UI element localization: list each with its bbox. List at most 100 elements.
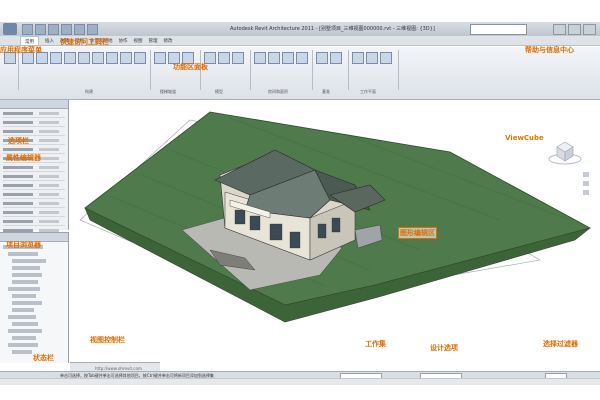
tree-node[interactable] — [8, 315, 36, 319]
maximize-button[interactable] — [568, 24, 581, 35]
property-row[interactable] — [3, 120, 65, 127]
zoom-icon[interactable] — [583, 181, 589, 186]
tree-node[interactable] — [12, 273, 42, 277]
level-tool[interactable] — [316, 52, 328, 66]
tree-node[interactable] — [8, 252, 38, 256]
ceiling-icon — [106, 52, 118, 64]
tag-room-tool[interactable] — [282, 52, 294, 66]
tree-node[interactable] — [12, 322, 38, 326]
panel-label-circulation: 楼梯坡道 — [160, 89, 176, 94]
filter-callout: 选择过滤器 — [543, 340, 578, 348]
tab-view[interactable]: 视图 — [134, 36, 143, 45]
roof-icon — [92, 52, 104, 64]
minimize-button[interactable] — [553, 24, 566, 35]
window-tool[interactable] — [50, 52, 62, 66]
tree-node[interactable] — [8, 287, 40, 291]
workplane-icon — [352, 52, 364, 64]
curtain-tool[interactable] — [134, 52, 146, 66]
railing-tool[interactable] — [154, 52, 166, 66]
property-row[interactable] — [3, 129, 65, 136]
property-row[interactable] — [3, 165, 65, 172]
panel-label-build: 构建 — [85, 89, 93, 94]
tree-node[interactable] — [12, 266, 40, 270]
ribbon: 构建 楼梯坡道 模型 房间和面积 基准 工作平面 — [0, 47, 600, 100]
panel-label-datum: 基准 — [322, 89, 330, 94]
redo-icon[interactable] — [61, 24, 72, 35]
project-browser-callout: 项目浏览器 — [6, 241, 41, 249]
tab-collaborate[interactable]: 协作 — [119, 36, 128, 45]
property-row[interactable] — [3, 183, 65, 190]
ceiling-tool[interactable] — [106, 52, 118, 66]
railing-icon — [154, 52, 166, 64]
room-tool[interactable] — [254, 52, 266, 66]
3d-view-icon[interactable] — [87, 24, 98, 35]
tree-node[interactable] — [12, 301, 42, 305]
ref-plane-tool[interactable] — [380, 52, 392, 66]
floor-tool[interactable] — [120, 52, 132, 66]
save-icon[interactable] — [35, 24, 46, 35]
grid-icon — [330, 52, 342, 64]
navigation-bar — [583, 172, 589, 212]
close-button[interactable] — [583, 24, 596, 35]
undo-icon[interactable] — [48, 24, 59, 35]
separator-icon — [268, 52, 280, 64]
component-icon — [64, 52, 76, 64]
drawing-area-callout: 图形编辑区 — [398, 227, 437, 239]
property-row[interactable] — [3, 219, 65, 226]
options-bar-callout: 选项栏 — [8, 137, 29, 145]
tab-manage[interactable]: 管理 — [149, 36, 158, 45]
footer-strip: http://www.ohrevit.com — [0, 366, 600, 400]
properties-callout: 属性编辑器 — [6, 154, 41, 162]
tree-node[interactable] — [12, 259, 46, 263]
pan-icon[interactable] — [583, 190, 589, 195]
app-menu-callout: 应用程序菜单 — [0, 46, 42, 54]
model-group-tool[interactable] — [232, 52, 244, 66]
grid-tool[interactable] — [330, 52, 342, 66]
roof-tool[interactable] — [92, 52, 104, 66]
property-row[interactable] — [3, 210, 65, 217]
curtain-icon — [134, 52, 146, 64]
open-icon[interactable] — [22, 24, 33, 35]
status-bar-callout: 状态栏 — [33, 354, 54, 362]
tab-home[interactable]: 常用 — [20, 36, 39, 45]
tree-node[interactable] — [8, 329, 42, 333]
tab-modify[interactable]: 修改 — [164, 36, 173, 45]
viewcube[interactable] — [545, 137, 585, 167]
properties-header — [0, 100, 68, 109]
property-row[interactable] — [3, 201, 65, 208]
application-menu-button[interactable] — [3, 23, 17, 35]
property-row[interactable] — [3, 174, 65, 181]
column-tool[interactable] — [78, 52, 90, 66]
panel-separator — [348, 50, 349, 90]
tree-node[interactable] — [12, 294, 36, 298]
measure-icon[interactable] — [74, 24, 85, 35]
tab-insert[interactable]: 插入 — [45, 36, 54, 45]
area-icon — [296, 52, 308, 64]
set-workplane-tool[interactable] — [352, 52, 364, 66]
panel-label-model: 模型 — [215, 89, 223, 94]
steering-wheel-icon[interactable] — [583, 172, 589, 177]
infocenter-search-input[interactable] — [470, 24, 527, 35]
tag-icon — [282, 52, 294, 64]
show-workplane-tool[interactable] — [366, 52, 378, 66]
panel-label-room-area: 房间和面积 — [268, 89, 288, 94]
project-browser — [0, 232, 69, 363]
group-icon — [232, 52, 244, 64]
tree-node[interactable] — [12, 336, 36, 340]
tree-node[interactable] — [12, 280, 38, 284]
property-row[interactable] — [3, 111, 65, 118]
os-taskbar — [0, 378, 600, 385]
panel-separator — [250, 50, 251, 90]
tree-node[interactable] — [12, 350, 32, 354]
design-options-callout: 设计选项 — [430, 344, 458, 352]
model-line-tool[interactable] — [218, 52, 230, 66]
area-tool[interactable] — [296, 52, 308, 66]
source-url: http://www.ohrevit.com — [95, 366, 142, 371]
tree-node[interactable] — [12, 308, 34, 312]
window-title: Autodesk Revit Architecture 2011 - [别墅项目… — [230, 26, 435, 32]
tree-node[interactable] — [8, 343, 38, 347]
component-tool[interactable] — [64, 52, 76, 66]
worksets-callout: 工作集 — [365, 340, 386, 348]
property-row[interactable] — [3, 192, 65, 199]
room-separator-tool[interactable] — [268, 52, 280, 66]
